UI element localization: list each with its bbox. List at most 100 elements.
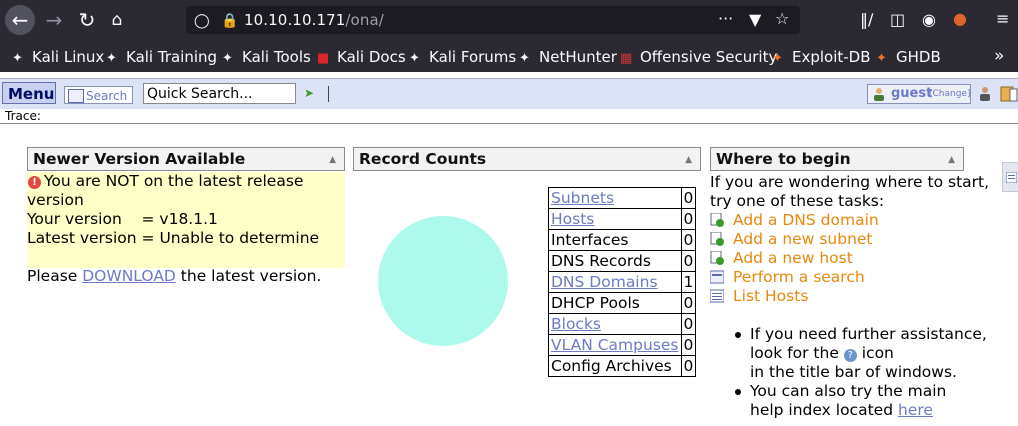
kali-dragon-icon: ✦ <box>409 51 420 66</box>
record-count-value: 0 <box>680 292 697 314</box>
side-panel-tab[interactable] <box>1002 162 1018 192</box>
bookmark-kali-tools[interactable]: ✦ Kali Tools <box>222 48 311 66</box>
record-count-value: 0 <box>680 187 697 209</box>
record-count-label[interactable]: VLAN Campuses <box>548 334 682 356</box>
extension-icon[interactable]: ● <box>953 9 967 29</box>
bookmark-kali-linux[interactable]: ✦ Kali Linux <box>12 48 104 66</box>
record-count-value: 1 <box>680 271 697 293</box>
add-page-icon <box>710 213 724 227</box>
list-icon <box>710 289 724 303</box>
pocket-icon[interactable]: ▼ <box>749 10 761 30</box>
record-count-label[interactable]: DNS Domains <box>548 271 682 293</box>
bookmark-kali-training[interactable]: ✦ Kali Training <box>106 48 217 66</box>
record-count-value: 0 <box>680 334 697 356</box>
record-count-label: DHCP Pools <box>548 292 682 314</box>
bookmark-nethunter[interactable]: ✦ NetHunter <box>519 48 617 66</box>
record-count-row: Interfaces 0 <box>548 229 697 251</box>
record-count-value: 0 <box>680 250 697 272</box>
trace-bar: Trace: <box>0 109 1018 124</box>
record-count-label: Interfaces <box>548 229 682 251</box>
add-page-icon <box>710 232 724 246</box>
account-icon[interactable]: ◉ <box>922 10 936 30</box>
page-actions-icon[interactable]: ··· <box>718 9 733 29</box>
add-page-icon <box>710 251 724 265</box>
kali-dragon-icon: ✦ <box>12 51 23 66</box>
hamburger-menu-icon[interactable]: ≡ <box>996 9 1009 29</box>
record-count-label[interactable]: Hosts <box>548 208 682 230</box>
bookmark-offensive-security[interactable]: ▦ Offensive Security <box>620 48 777 66</box>
warning-icon: ! <box>28 176 41 189</box>
record-count-row[interactable]: Hosts 0 <box>548 208 697 230</box>
ghdb-icon: ✦ <box>876 51 887 66</box>
bookmark-kali-docs[interactable]: ■ Kali Docs <box>317 48 406 66</box>
where-intro: If you are wondering where to start, try… <box>710 173 990 210</box>
kali-dragon-icon: ✦ <box>222 51 233 66</box>
home-icon[interactable]: ⌂ <box>105 8 129 32</box>
insecure-lock-icon[interactable]: 🔒 <box>221 11 238 31</box>
bookmark-star-icon[interactable]: ☆ <box>775 9 789 29</box>
help-index-bullet: You can also try the main help index loc… <box>735 382 946 420</box>
user-login-box[interactable]: guest [Change] <box>867 84 971 104</box>
newer-version-header[interactable]: Newer Version Available ▲ <box>27 147 345 171</box>
quick-search-input[interactable] <box>143 83 296 104</box>
record-counts-table: Subnets 0 Hosts 0 Interfaces 0 DNS Records 0 DNS… <box>548 187 697 377</box>
task-add-dns-domain[interactable]: Add a DNS domain <box>710 211 879 230</box>
record-count-row: DHCP Pools 0 <box>548 292 697 314</box>
menubar-separator <box>328 86 329 102</box>
bookmark-kali-forums[interactable]: ✦ Kali Forums <box>409 48 516 66</box>
record-count-label[interactable]: Blocks <box>548 313 682 335</box>
back-arrow-icon[interactable]: ← <box>8 8 32 32</box>
record-count-label[interactable]: Subnets <box>548 187 682 209</box>
record-count-value: 0 <box>680 313 697 335</box>
collapse-icon[interactable]: ▲ <box>948 149 955 171</box>
list-icon <box>1006 172 1017 183</box>
url-text[interactable]: 10.10.10.171/ona/ <box>244 11 384 29</box>
record-count-value: 0 <box>680 355 697 377</box>
record-count-row[interactable]: Subnets 0 <box>548 187 697 209</box>
newer-version-body: ! You are NOT on the latest release versi… <box>27 172 345 285</box>
where-to-begin-header[interactable]: Where to begin ▲ <box>710 147 964 171</box>
kali-dragon-icon: ✦ <box>106 51 117 66</box>
admin-user-icon[interactable] <box>978 86 992 102</box>
windows-icon[interactable] <box>1000 86 1018 102</box>
sidebar-icon[interactable]: ◫ <box>890 10 905 30</box>
search-form-icon <box>710 270 724 284</box>
kali-docs-icon: ■ <box>317 51 330 66</box>
download-link[interactable]: DOWNLOAD <box>82 267 176 285</box>
record-count-row[interactable]: Blocks 0 <box>548 313 697 335</box>
task-perform-search[interactable]: Perform a search <box>710 268 865 287</box>
bookmark-ghdb[interactable]: ✦ GHDB <box>876 48 941 66</box>
record-count-label: Config Archives <box>548 355 682 377</box>
library-icon[interactable]: ‖∕ <box>860 10 873 30</box>
task-add-subnet[interactable]: Add a new subnet <box>710 230 873 249</box>
collapse-icon[interactable]: ▲ <box>685 149 692 171</box>
help-bullet: If you need further assistance, look for… <box>735 325 987 382</box>
record-count-row: Config Archives 0 <box>548 355 697 377</box>
exploit-db-icon: ✦ <box>772 51 783 66</box>
shield-icon[interactable]: ◯ <box>194 11 210 31</box>
collapse-icon[interactable]: ▲ <box>329 149 336 171</box>
help-icon: ? <box>843 349 857 362</box>
record-count-row[interactable]: DNS Domains 1 <box>548 271 697 293</box>
reload-icon[interactable]: ↻ <box>75 8 99 32</box>
task-list-hosts[interactable]: List Hosts <box>710 287 808 306</box>
kali-dragon-icon: ✦ <box>519 51 530 66</box>
user-icon <box>874 88 884 101</box>
bookmark-exploit-db[interactable]: ✦ Exploit-DB <box>772 48 871 66</box>
bookmarks-overflow-button[interactable]: » <box>994 46 1004 66</box>
search-button[interactable]: Search <box>64 86 133 104</box>
record-count-label: DNS Records <box>548 250 682 272</box>
help-here-link[interactable]: here <box>898 401 933 419</box>
search-form-icon <box>68 89 84 103</box>
record-count-value: 0 <box>680 208 697 230</box>
offsec-icon: ▦ <box>620 51 633 66</box>
menu-button[interactable]: Menu <box>2 82 56 104</box>
task-add-host[interactable]: Add a new host <box>710 249 853 268</box>
forward-arrow-icon[interactable]: → <box>42 8 66 32</box>
go-arrow-icon[interactable]: ➤ <box>304 86 314 100</box>
record-count-value: 0 <box>680 229 697 251</box>
record-counts-header[interactable]: Record Counts ▲ <box>353 147 701 171</box>
record-counts-pie <box>378 216 508 346</box>
record-count-row[interactable]: VLAN Campuses 0 <box>548 334 697 356</box>
record-count-row: DNS Records 0 <box>548 250 697 272</box>
